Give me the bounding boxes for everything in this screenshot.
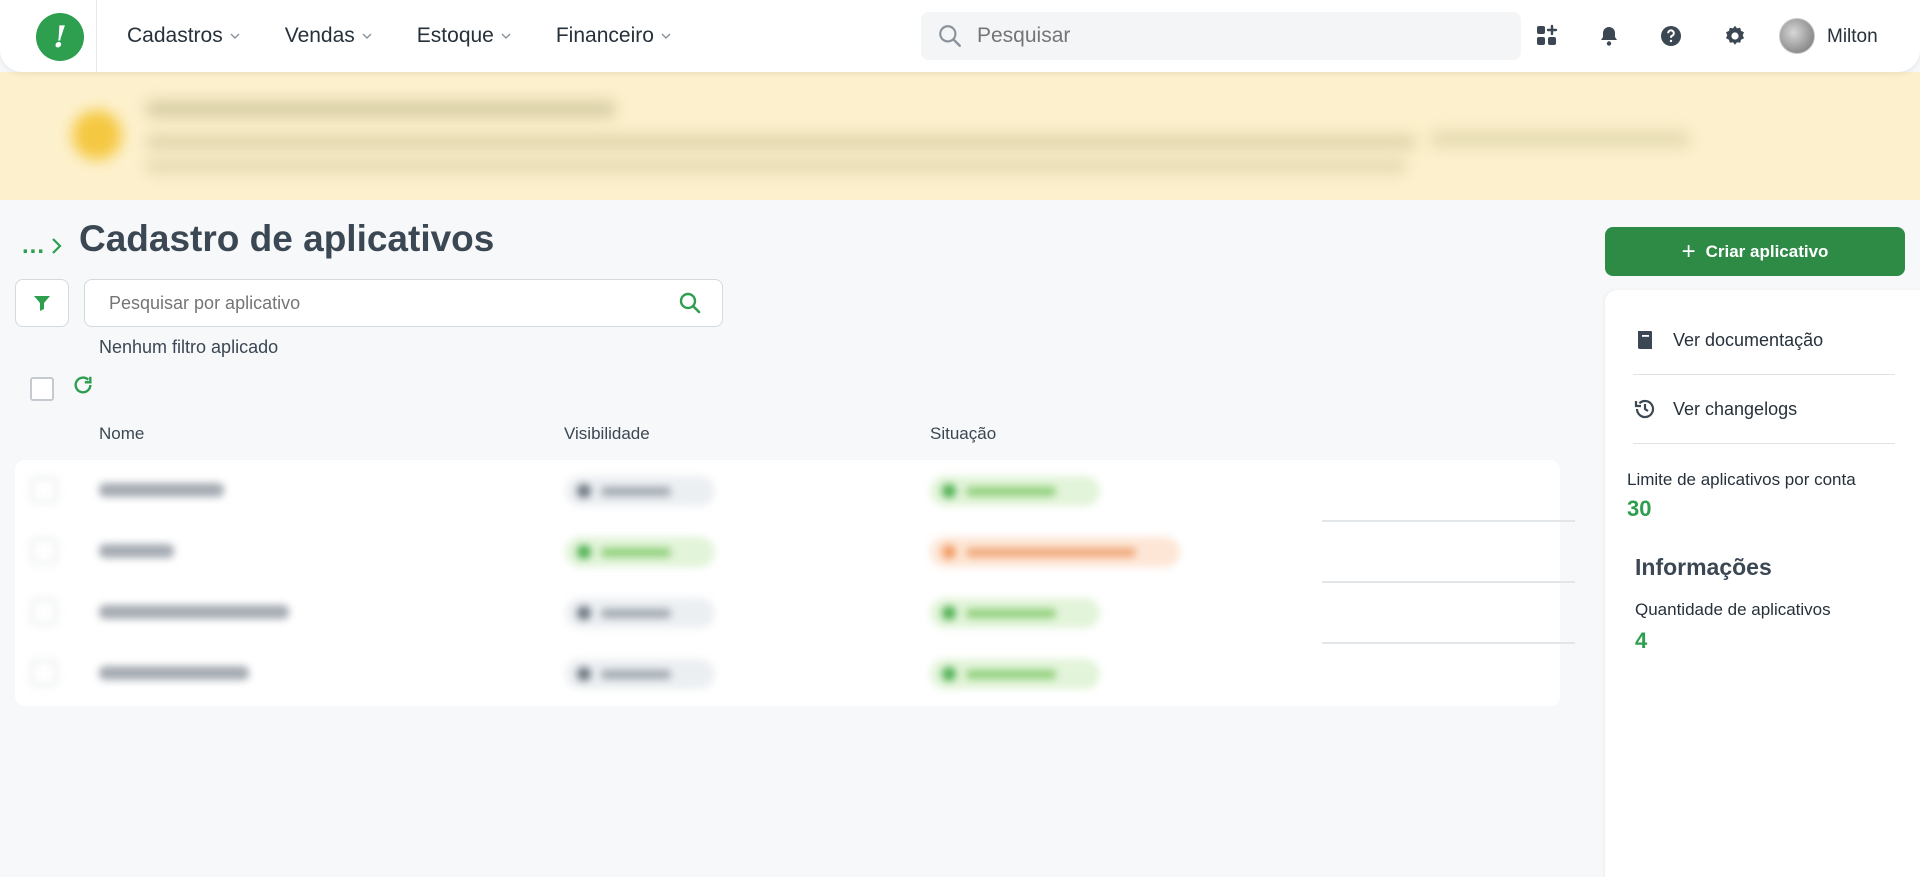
banner-text-redacted (146, 134, 1416, 150)
status-badge (930, 659, 1100, 689)
table-row[interactable] (15, 643, 1560, 704)
main-nav: Cadastros Vendas Estoque Financeiro (127, 0, 716, 72)
app-name-redacted (99, 666, 249, 680)
visibility-badge (565, 659, 715, 689)
info-title: Informações (1635, 554, 1772, 580)
notice-banner (0, 72, 1920, 200)
docs-link-label: Ver documentação (1673, 329, 1824, 350)
nav-item-financeiro[interactable]: Financeiro (556, 24, 672, 48)
side-panel: Ver documentação Ver changelogs Limite d… (1605, 290, 1920, 877)
search-icon[interactable] (678, 291, 702, 315)
app-name-redacted (99, 483, 224, 497)
logo-divider (96, 0, 97, 72)
nav-item-label: Financeiro (555, 24, 654, 47)
filter-icon (34, 296, 50, 311)
chevron-right-icon (52, 238, 62, 254)
create-app-button[interactable]: + Criar aplicativo (1605, 227, 1905, 276)
row-checkbox[interactable] (31, 477, 57, 503)
row-checkbox[interactable] (31, 660, 57, 686)
column-header-name[interactable]: Nome (99, 424, 144, 444)
table-row[interactable] (15, 521, 1560, 582)
filter-button[interactable] (15, 279, 69, 327)
app-limit-label: Limite de aplicativos por conta (1627, 470, 1856, 489)
status-badge (930, 537, 1180, 567)
nav-item-cadastros[interactable]: Cadastros (127, 24, 241, 48)
banner-icon (72, 110, 122, 160)
help-icon[interactable] (1657, 22, 1685, 50)
app-name-redacted (99, 605, 289, 619)
global-search-input[interactable] (977, 24, 1477, 48)
status-badge (930, 598, 1100, 628)
column-header-status[interactable]: Situação (930, 424, 996, 444)
table-row[interactable] (15, 582, 1560, 643)
book-icon (1633, 328, 1657, 352)
brand-logo[interactable]: ! (36, 13, 84, 61)
banner-link-redacted[interactable] (1430, 130, 1690, 148)
app-count-value: 4 (1635, 628, 1648, 653)
top-navbar: ! Cadastros Vendas Estoque Financeiro Pe… (0, 0, 1920, 72)
app-search-input[interactable] (109, 292, 678, 314)
banner-text-redacted (146, 158, 1406, 174)
select-all-checkbox[interactable] (30, 377, 54, 401)
filter-status: Nenhum filtro aplicado (99, 337, 279, 357)
visibility-badge (565, 537, 715, 567)
chevron-down-icon (362, 33, 372, 39)
logo-glyph: ! (53, 19, 67, 55)
app-search-field[interactable] (84, 279, 723, 327)
nav-item-label: Vendas (284, 24, 355, 47)
global-search[interactable] (921, 12, 1521, 60)
visibility-badge (565, 598, 715, 628)
apps-table (15, 460, 1575, 706)
breadcrumb[interactable]: ... (22, 232, 45, 260)
chevron-down-icon (230, 33, 240, 39)
column-header-visibility[interactable]: Visibilidade (564, 424, 650, 444)
app-count-label: Quantidade de aplicativos (1635, 600, 1831, 619)
nav-item-label: Estoque (416, 24, 494, 47)
changelog-link[interactable]: Ver changelogs (1633, 375, 1895, 443)
changelog-link-label: Ver changelogs (1673, 398, 1798, 419)
create-app-label: Criar aplicativo (1705, 241, 1829, 261)
nav-item-vendas[interactable]: Vendas (285, 24, 373, 48)
plus-icon: + (1681, 237, 1696, 265)
chevron-down-icon (661, 33, 671, 39)
row-checkbox[interactable] (31, 538, 57, 564)
bell-icon[interactable] (1595, 22, 1623, 50)
table-row[interactable] (15, 460, 1560, 521)
history-icon (1633, 397, 1657, 421)
refresh-icon[interactable] (72, 374, 94, 396)
user-name[interactable]: Milton (1827, 26, 1878, 48)
app-name-redacted (99, 544, 174, 558)
avatar[interactable] (1779, 18, 1815, 54)
row-checkbox[interactable] (31, 599, 57, 625)
gear-icon[interactable] (1721, 22, 1749, 50)
app-limit-value: 30 (1627, 496, 1652, 521)
search-icon (939, 25, 961, 47)
page-title: Cadastro de aplicativos (79, 218, 495, 259)
status-badge (930, 476, 1100, 506)
apps-add-icon[interactable] (1533, 22, 1561, 50)
nav-item-estoque[interactable]: Estoque (417, 24, 512, 48)
visibility-badge (565, 476, 715, 506)
docs-link[interactable]: Ver documentação (1633, 306, 1895, 374)
nav-item-label: Cadastros (127, 24, 223, 47)
side-divider (1633, 443, 1895, 444)
chevron-down-icon (501, 33, 511, 39)
banner-title-redacted (146, 100, 616, 118)
